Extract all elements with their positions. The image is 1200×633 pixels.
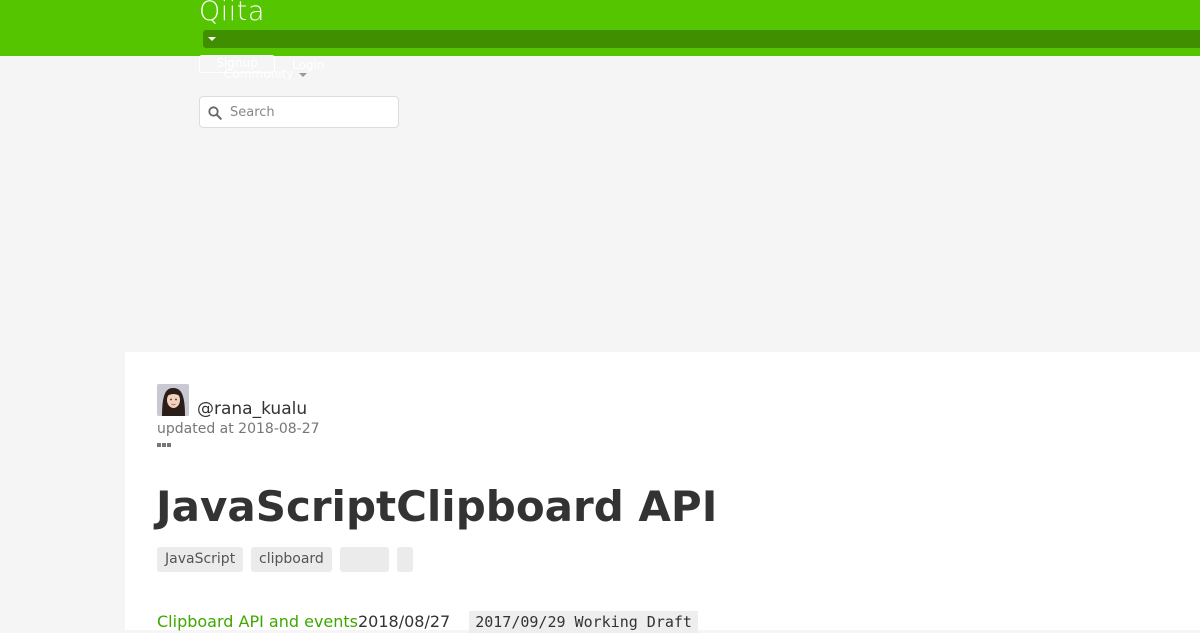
author-username[interactable]: @rana_kualu xyxy=(197,399,307,419)
spec-link[interactable]: Clipboard API and events xyxy=(157,612,358,631)
tag-item[interactable] xyxy=(340,547,389,572)
updated-date: updated at 2018-08-27 xyxy=(157,421,320,437)
tag-item[interactable] xyxy=(397,547,413,572)
chevron-down-icon[interactable] xyxy=(299,73,307,77)
tag-javascript[interactable]: JavaScript xyxy=(157,547,243,572)
search-input[interactable] xyxy=(230,99,390,125)
search-icon xyxy=(208,106,222,120)
avatar[interactable] xyxy=(157,384,189,416)
more-options-icon[interactable] xyxy=(157,443,173,448)
nav-bar xyxy=(203,30,1200,48)
article-card: @rana_kualu updated at 2018-08-27 JavaSc… xyxy=(125,352,1200,633)
chevron-down-icon[interactable] xyxy=(208,37,216,41)
site-header: Qiita xyxy=(0,0,1200,56)
article-title: JavaScriptClipboard API xyxy=(156,482,718,531)
tag-clipboard[interactable]: clipboard xyxy=(251,547,332,572)
community-menu[interactable]: Community xyxy=(224,67,293,81)
avatar-image xyxy=(157,384,189,416)
qiita-logo[interactable]: Qiita xyxy=(199,0,265,27)
search-box[interactable] xyxy=(199,96,399,128)
login-link[interactable]: Login xyxy=(292,58,324,72)
body-date: 2018/08/27 xyxy=(358,612,451,631)
